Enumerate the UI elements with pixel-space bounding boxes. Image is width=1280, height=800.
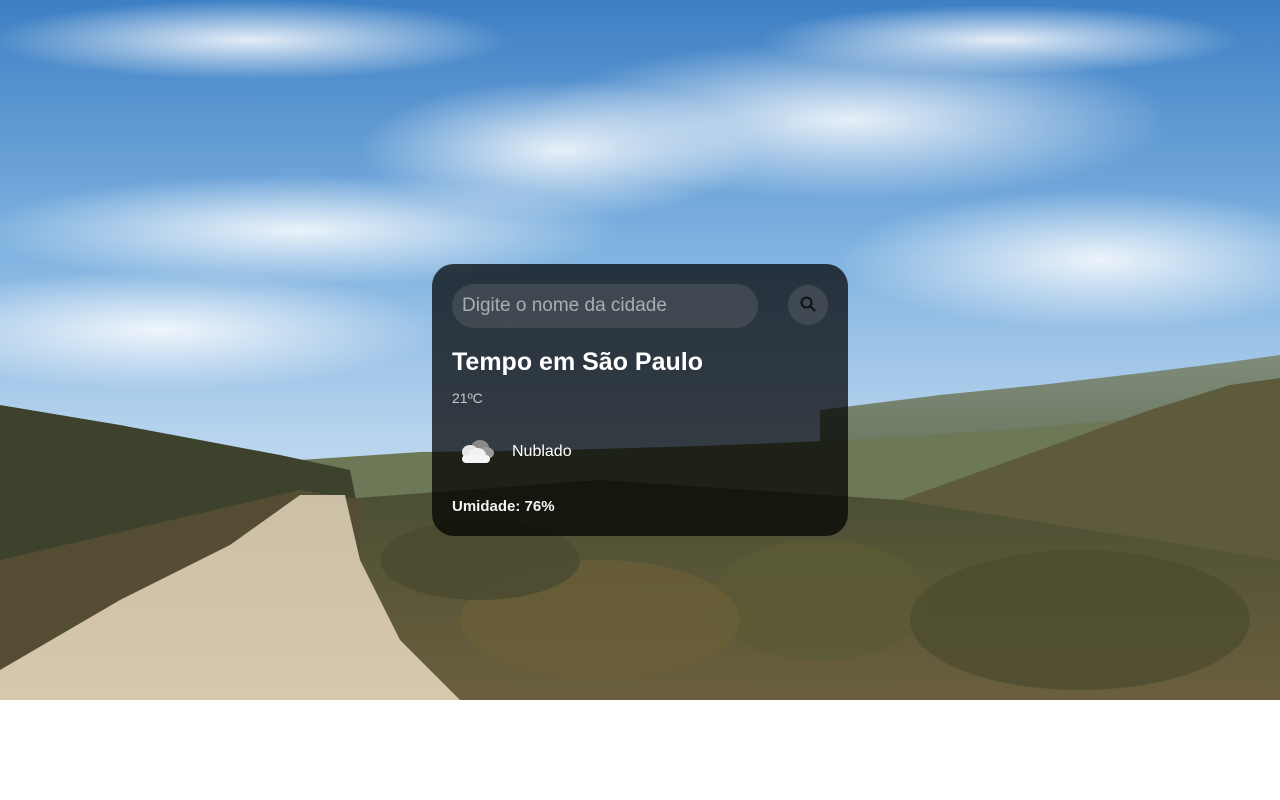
temperature-value: 21ºC [452,390,483,406]
condition-label: Nublado [512,443,572,460]
weather-card: Tempo em São Paulo 21ºC Nublado Umidade:… [432,264,848,536]
cloud-icon [452,434,500,470]
humidity-value: Umidade: 76% [452,498,555,515]
city-search-input[interactable] [452,284,758,328]
search-icon [799,295,817,316]
city-title: Tempo em São Paulo [452,348,703,376]
search-button[interactable] [788,285,828,325]
weather-condition: Nublado [452,434,572,470]
